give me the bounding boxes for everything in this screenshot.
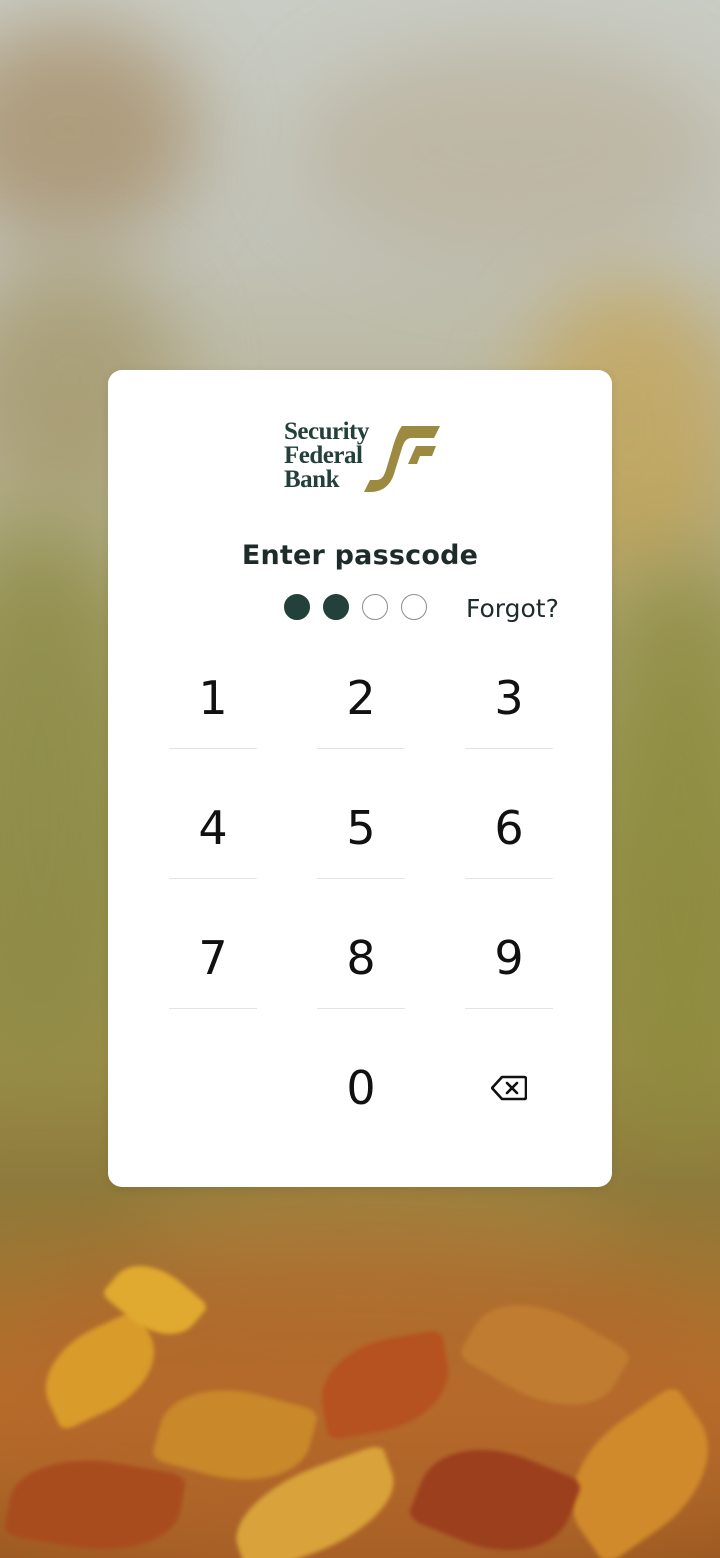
backspace-icon: [491, 1075, 527, 1101]
forgot-passcode-link[interactable]: Forgot?: [466, 594, 559, 623]
logo-line-3: Bank: [284, 466, 339, 493]
logo-line-1: Security: [284, 418, 369, 445]
keypad-key-4[interactable]: 4: [169, 778, 257, 879]
backspace-button[interactable]: [465, 1038, 553, 1138]
keypad-key-2[interactable]: 2: [317, 648, 405, 749]
security-federal-bank-logo: Security Federal Bank: [284, 418, 440, 496]
keypad-key-7[interactable]: 7: [169, 908, 257, 1009]
keypad-key-5[interactable]: 5: [317, 778, 405, 879]
logo-line-2: Federal: [284, 442, 363, 469]
logo-swoosh-icon: [364, 426, 440, 492]
logo-wordmark: Security Federal Bank: [284, 418, 369, 493]
keypad-key-0[interactable]: 0: [317, 1038, 405, 1138]
passcode-dot-empty: [401, 594, 427, 620]
keypad-key-6[interactable]: 6: [465, 778, 553, 879]
passcode-dots: [284, 594, 427, 620]
passcode-dot-empty: [362, 594, 388, 620]
passcode-card: Security Federal Bank Enter passcode For…: [108, 370, 612, 1187]
keypad-key-1[interactable]: 1: [169, 648, 257, 749]
keypad-key-9[interactable]: 9: [465, 908, 553, 1009]
keypad-key-8[interactable]: 8: [317, 908, 405, 1009]
keypad-key-3[interactable]: 3: [465, 648, 553, 749]
passcode-dot-filled: [284, 594, 310, 620]
passcode-dot-filled: [323, 594, 349, 620]
passcode-title: Enter passcode: [241, 540, 479, 571]
